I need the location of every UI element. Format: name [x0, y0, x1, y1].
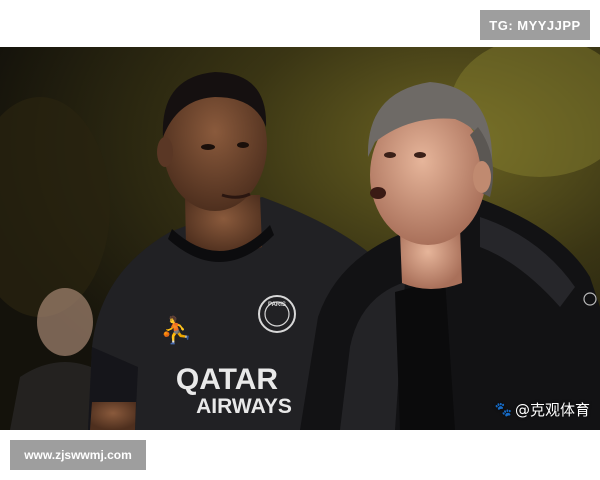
sponsor-line-1: QATAR — [176, 363, 279, 396]
crest-text: PARIS — [268, 302, 286, 308]
jumpman-logo-icon: ⛹ — [160, 314, 192, 346]
watermark: 🐾 @克观体育 — [495, 399, 590, 420]
watermark-text: @克观体育 — [514, 401, 590, 419]
website-tag-text: www.zjswwmj.com — [24, 448, 132, 462]
photo-illustration: ⛹ PARIS QATAR AIRWAYS — [0, 47, 600, 430]
telegram-tag-text: TG: MYYJJPP — [489, 17, 581, 33]
news-photo: ⛹ PARIS QATAR AIRWAYS 🐾 @克观体育 — [0, 47, 600, 430]
website-tag[interactable]: www.zjswwmj.com — [10, 440, 146, 470]
paw-icon: 🐾 — [494, 401, 512, 418]
sponsor-line-2: AIRWAYS — [196, 395, 292, 418]
telegram-tag: TG: MYYJJPP — [480, 10, 590, 40]
